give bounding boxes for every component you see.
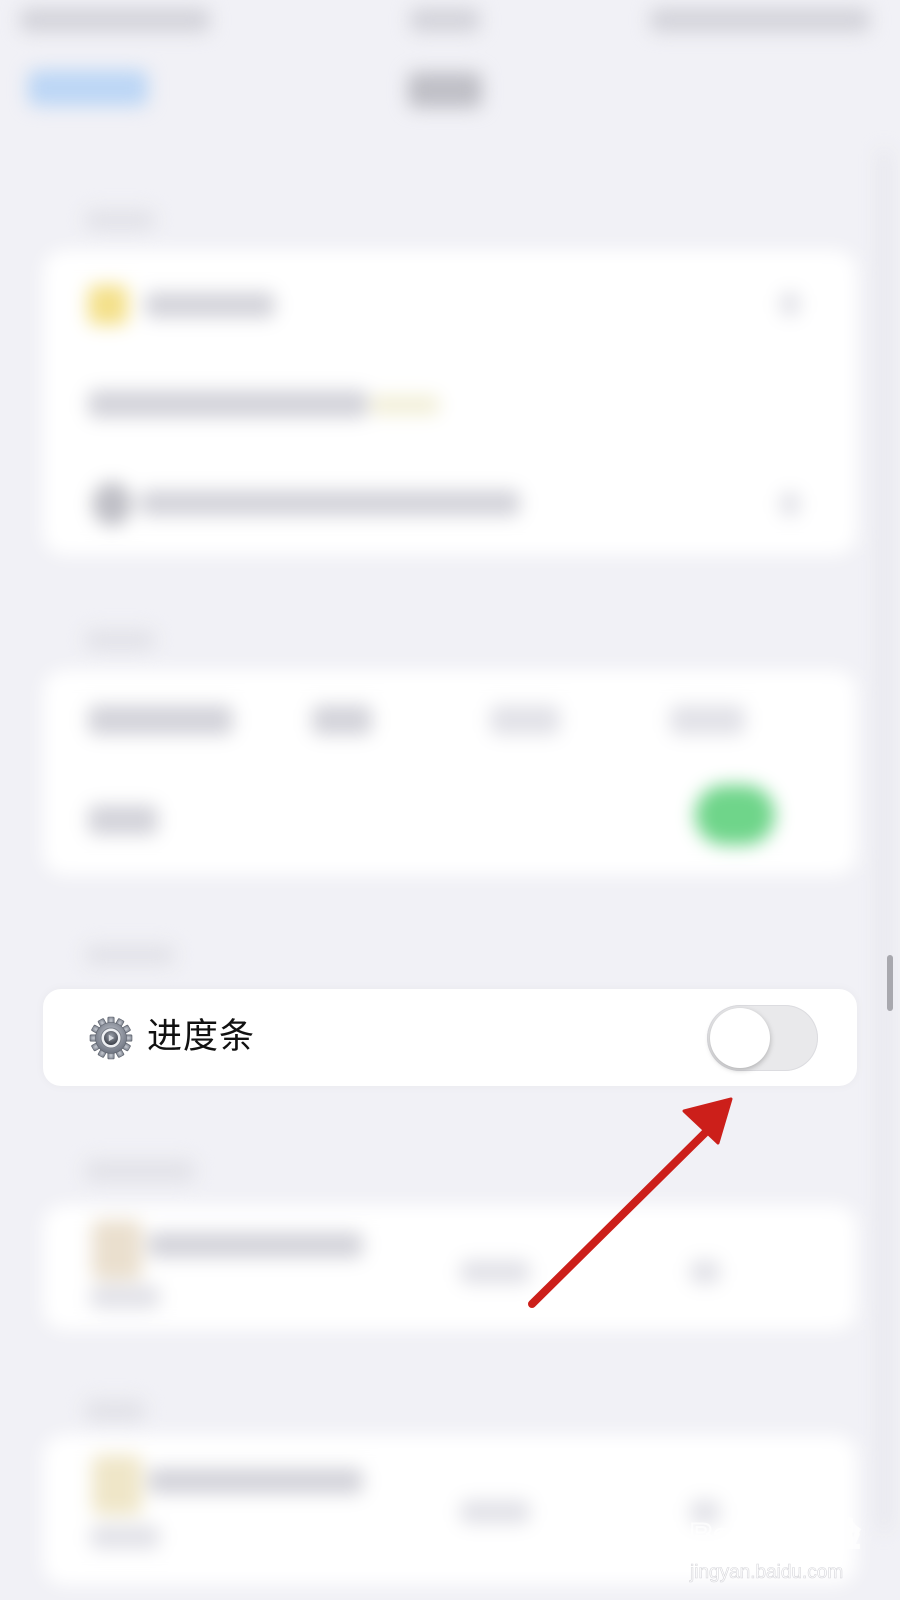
svg-text:经验: 经验	[796, 1517, 860, 1553]
watermark-logo: Bai 经验 jingyan.baidu.com	[689, 1505, 861, 1583]
baidu-jingyan-watermark: Bai 经验 jingyan.baidu.com	[686, 1500, 886, 1590]
svg-text:Bai: Bai	[690, 1517, 740, 1553]
svg-text:jingyan.baidu.com: jingyan.baidu.com	[689, 1562, 843, 1583]
annotation-arrow	[528, 1097, 733, 1308]
